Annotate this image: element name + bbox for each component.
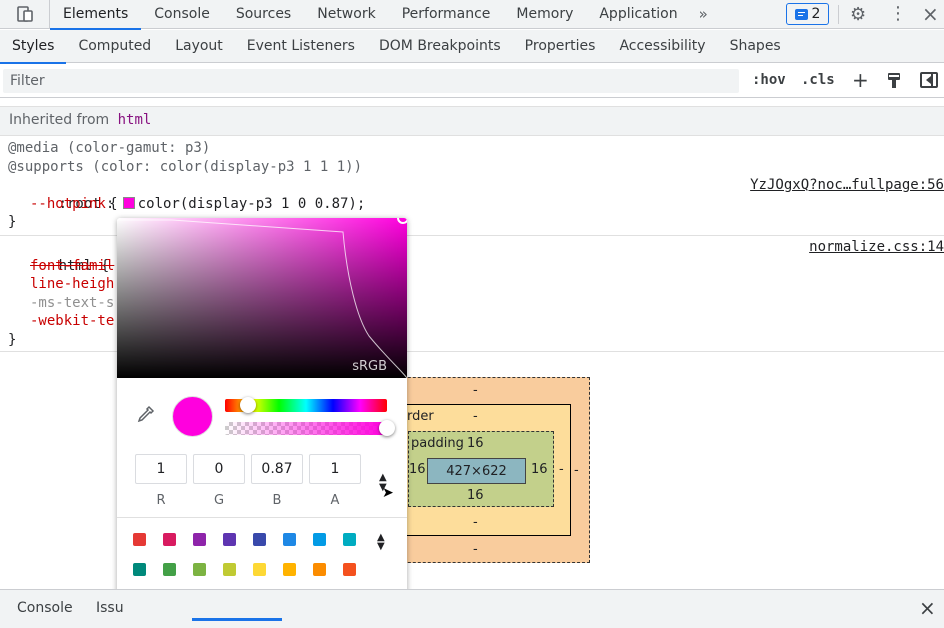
inherited-label: Inherited from bbox=[9, 112, 110, 128]
inherited-header: Inherited from html bbox=[0, 106, 944, 136]
palette-swatch[interactable] bbox=[133, 563, 146, 576]
message-icon bbox=[794, 8, 808, 20]
tab-performance[interactable]: Performance bbox=[389, 0, 504, 29]
gamut-label: sRGB bbox=[352, 359, 387, 374]
alpha-input[interactable]: 1 bbox=[309, 454, 361, 484]
palette-swatch[interactable] bbox=[313, 563, 326, 576]
palette-swatch[interactable] bbox=[163, 563, 176, 576]
red-input[interactable]: 1 bbox=[135, 454, 187, 484]
red-label: R bbox=[156, 493, 166, 508]
content-box[interactable]: 427×622 bbox=[427, 458, 526, 484]
sidebar-toggle-icon[interactable] bbox=[920, 72, 938, 88]
padding-left[interactable]: 16 bbox=[409, 462, 426, 477]
tab-elements[interactable]: Elements bbox=[50, 0, 142, 30]
green-input[interactable]: 0 bbox=[193, 454, 245, 484]
tab-application[interactable]: Application bbox=[586, 0, 690, 29]
palette-swatch[interactable] bbox=[223, 533, 236, 546]
drawer-active-indicator bbox=[192, 618, 282, 621]
margin-right[interactable]: - bbox=[574, 463, 579, 478]
supports-query: @supports (color: color(display-p3 1 1 1… bbox=[8, 158, 363, 175]
alpha-slider-handle[interactable] bbox=[379, 420, 395, 436]
tab-sources[interactable]: Sources bbox=[223, 0, 304, 29]
padding-bottom[interactable]: 16 bbox=[467, 488, 484, 503]
media-query: @media (color-gamut: p3) bbox=[8, 140, 211, 156]
palette-swatch[interactable] bbox=[193, 533, 206, 546]
drawer-tab-issues[interactable]: Issu bbox=[96, 600, 124, 616]
tab-properties[interactable]: Properties bbox=[513, 30, 608, 63]
palette-swatch[interactable] bbox=[343, 533, 356, 546]
issues-count: 2 bbox=[811, 6, 821, 22]
mouse-cursor-icon: ➤ bbox=[382, 485, 394, 501]
padding-label: padding bbox=[411, 436, 464, 451]
tab-shapes[interactable]: Shapes bbox=[718, 30, 793, 63]
alpha-slider[interactable] bbox=[225, 422, 387, 435]
source-link[interactable]: YzJOgxQ?noc…fullpage:56 bbox=[750, 176, 944, 195]
divider bbox=[838, 5, 839, 24]
color-spectrum[interactable]: sRGB bbox=[117, 218, 407, 378]
green-label: G bbox=[213, 493, 225, 508]
palette-swatch[interactable] bbox=[163, 533, 176, 546]
new-rule-button[interactable]: + bbox=[852, 68, 869, 92]
tab-network[interactable]: Network bbox=[304, 0, 388, 29]
rule-header: :root { YzJOgxQ?noc…fullpage:56 bbox=[0, 176, 944, 212]
palette-swatch[interactable] bbox=[313, 533, 326, 546]
cls-toggle[interactable]: .cls bbox=[801, 72, 835, 88]
color-picker: sRGB 1 0 0.87 1 R G B A ▲ ▼ ➤ ▲ ▼ bbox=[117, 218, 407, 621]
device-toolbar-icon[interactable] bbox=[0, 0, 50, 29]
tab-console[interactable]: Console bbox=[141, 0, 223, 29]
blue-label: B bbox=[272, 493, 282, 508]
palette-swatch[interactable] bbox=[223, 563, 236, 576]
border-bottom[interactable]: - bbox=[473, 515, 478, 530]
tab-event-listeners[interactable]: Event Listeners bbox=[235, 30, 367, 63]
eyedropper-icon[interactable] bbox=[137, 405, 155, 427]
palette-swatch[interactable] bbox=[253, 533, 266, 546]
inherited-tag[interactable]: html bbox=[118, 112, 152, 128]
padding-right[interactable]: 16 bbox=[531, 462, 548, 477]
color-preview bbox=[172, 396, 213, 437]
colon: : bbox=[105, 195, 123, 212]
property-name[interactable]: --hotpink bbox=[30, 196, 106, 212]
hue-slider-handle[interactable] bbox=[239, 397, 256, 413]
tab-memory[interactable]: Memory bbox=[503, 0, 586, 29]
palette-divider bbox=[117, 517, 407, 518]
border-label: rder bbox=[407, 409, 434, 424]
property-line: --hotpink: color(display-p3 1 0 0.87); bbox=[0, 195, 944, 214]
sidebar-tab-bar: Styles Computed Layout Event Listeners D… bbox=[0, 30, 944, 64]
color-swatch[interactable] bbox=[122, 196, 135, 209]
border-right[interactable]: - bbox=[559, 462, 564, 477]
gear-icon[interactable]: ⚙ bbox=[850, 4, 866, 25]
padding-top[interactable]: 16 bbox=[467, 436, 484, 451]
tab-accessibility[interactable]: Accessibility bbox=[607, 30, 717, 63]
styles-toolbar: :hov .cls + bbox=[0, 64, 944, 98]
tab-styles[interactable]: Styles bbox=[0, 30, 67, 64]
palette-switcher-icon[interactable]: ▲ ▼ bbox=[377, 533, 385, 552]
tab-dom-breakpoints[interactable]: DOM Breakpoints bbox=[367, 30, 513, 63]
issues-badge[interactable]: 2 bbox=[786, 3, 829, 25]
palette-swatch[interactable] bbox=[283, 533, 296, 546]
palette-swatch[interactable] bbox=[253, 563, 266, 576]
close-icon[interactable]: × bbox=[922, 2, 939, 26]
drawer-tab-console[interactable]: Console bbox=[17, 600, 73, 616]
margin-top[interactable]: - bbox=[473, 383, 478, 398]
palette-swatch[interactable] bbox=[343, 563, 356, 576]
alpha-label: A bbox=[330, 493, 340, 508]
palette-swatch[interactable] bbox=[133, 533, 146, 546]
tab-layout[interactable]: Layout bbox=[163, 30, 235, 63]
hov-toggle[interactable]: :hov bbox=[752, 72, 786, 88]
border-top[interactable]: - bbox=[473, 409, 478, 424]
blue-input[interactable]: 0.87 bbox=[251, 454, 303, 484]
kebab-icon[interactable]: ⋮ bbox=[889, 3, 907, 25]
palette-swatch[interactable] bbox=[193, 563, 206, 576]
margin-bottom[interactable]: - bbox=[473, 542, 478, 557]
palette-swatch[interactable] bbox=[283, 563, 296, 576]
property-value[interactable]: color(display-p3 1 0 0.87); bbox=[138, 196, 366, 212]
paint-brush-icon[interactable] bbox=[887, 72, 901, 89]
drawer-tab-bar: Console Issu × bbox=[0, 589, 944, 628]
tab-computed[interactable]: Computed bbox=[66, 30, 163, 63]
more-tabs-icon[interactable]: » bbox=[691, 5, 716, 23]
close-icon[interactable]: × bbox=[919, 596, 936, 620]
filter-input[interactable] bbox=[3, 69, 739, 93]
source-link[interactable]: normalize.css:14 bbox=[809, 238, 944, 257]
srgb-gamut-line bbox=[117, 219, 407, 378]
